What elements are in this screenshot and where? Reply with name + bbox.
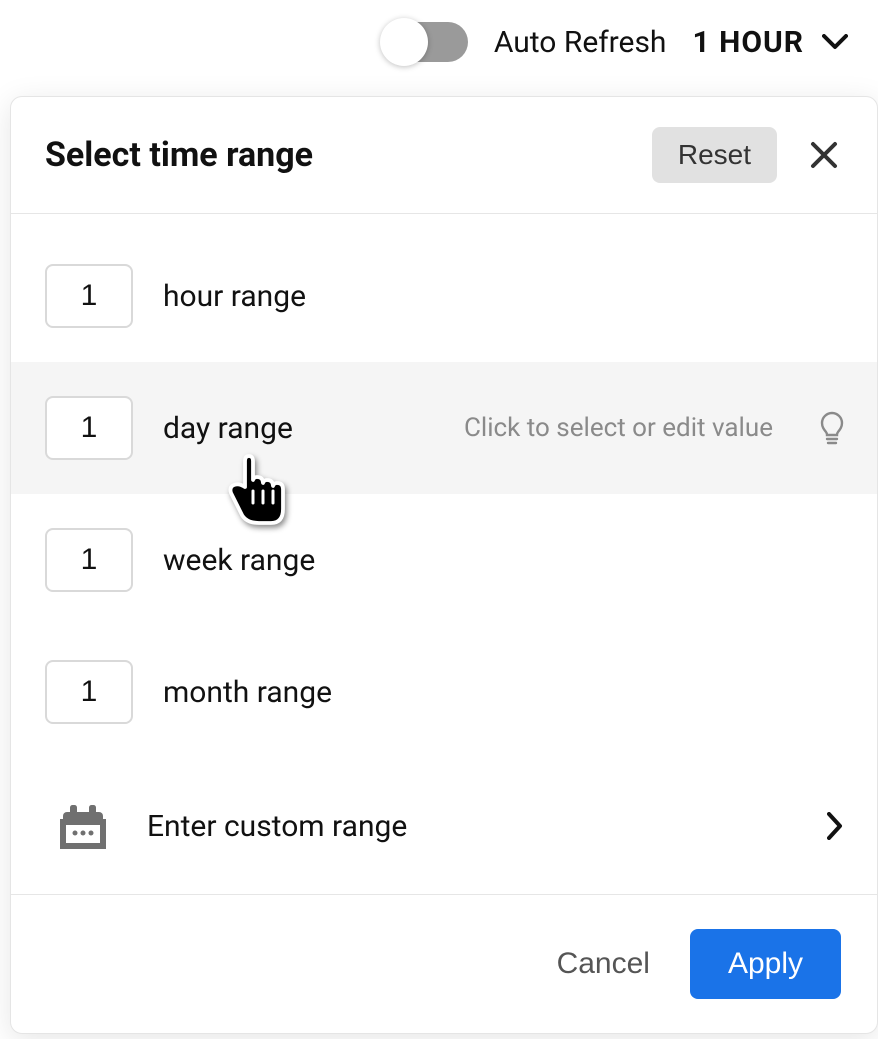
toggle-knob [380, 18, 428, 66]
month-label: month range [163, 675, 332, 710]
month-value-input[interactable] [45, 660, 133, 724]
auto-refresh-label: Auto Refresh [494, 25, 667, 60]
custom-range-label: Enter custom range [147, 809, 789, 844]
topbar: Auto Refresh 1 HOUR [0, 0, 878, 66]
hour-label: hour range [163, 279, 306, 314]
chevron-right-icon [827, 812, 843, 840]
auto-refresh-toggle[interactable] [384, 22, 468, 62]
reset-button[interactable]: Reset [652, 127, 777, 183]
range-row-hour[interactable]: hour range [11, 230, 877, 362]
range-rows: hour range day range Click to select or … [11, 214, 877, 894]
range-row-day[interactable]: day range Click to select or edit value [11, 362, 877, 494]
calendar-icon [57, 800, 109, 852]
lightbulb-icon [817, 410, 847, 446]
custom-range-row[interactable]: Enter custom range [11, 758, 877, 894]
time-range-dropdown-value: 1 HOUR [692, 25, 804, 60]
close-button[interactable] [803, 134, 845, 176]
panel-footer: Cancel Apply [11, 894, 877, 1033]
time-range-dropdown[interactable]: 1 HOUR [692, 25, 848, 60]
apply-button[interactable]: Apply [690, 929, 841, 999]
day-label: day range [163, 411, 293, 446]
week-label: week range [163, 543, 315, 578]
day-value-input[interactable] [45, 396, 133, 460]
hour-value-input[interactable] [45, 264, 133, 328]
week-value-input[interactable] [45, 528, 133, 592]
cancel-button[interactable]: Cancel [557, 947, 650, 981]
row-hint: Click to select or edit value [464, 413, 773, 443]
close-icon [809, 140, 839, 170]
range-row-week[interactable]: week range [11, 494, 877, 626]
range-row-month[interactable]: month range [11, 626, 877, 758]
chevron-down-icon [822, 34, 848, 50]
time-range-panel: Select time range Reset hour range day r… [10, 96, 878, 1034]
panel-title: Select time range [45, 135, 652, 175]
panel-header: Select time range Reset [11, 97, 877, 214]
